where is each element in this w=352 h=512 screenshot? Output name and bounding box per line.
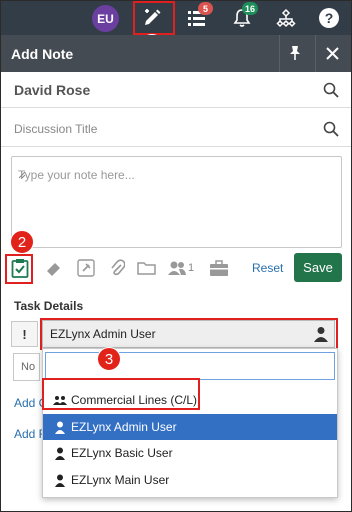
add-link-1[interactable]: Add Checklist: [14, 396, 42, 410]
note-textarea[interactable]: Type your note here...: [11, 156, 342, 248]
svg-text:?: ?: [325, 10, 334, 26]
people-icon[interactable]: 1: [167, 257, 199, 279]
contact-field[interactable]: David Rose: [1, 72, 351, 108]
help-icon[interactable]: ?: [315, 5, 343, 31]
reset-button[interactable]: Reset: [252, 261, 283, 275]
panel-title: Add Note: [11, 46, 74, 62]
save-button[interactable]: Save: [294, 253, 342, 282]
add-link-2[interactable]: Add Reminder: [14, 427, 42, 441]
user-icon: [53, 474, 67, 487]
tasks-count-badge: 5: [198, 2, 213, 15]
hierarchy-icon[interactable]: [272, 5, 300, 31]
highlight-assignee: [40, 318, 338, 350]
option-label: EZLynx Main User: [71, 473, 170, 487]
priority-toggle[interactable]: !: [11, 321, 38, 347]
folder-icon[interactable]: [136, 257, 158, 279]
task-checklist-icon[interactable]: [9, 257, 31, 279]
resize-handle-icon[interactable]: [18, 168, 339, 245]
top-bar: EU 5 16 ?: [1, 1, 351, 35]
briefcase-icon[interactable]: [208, 257, 230, 279]
highlight-add-note: [133, 1, 175, 35]
search-icon[interactable]: [323, 82, 339, 101]
user-icon: [53, 447, 67, 460]
dropdown-option-admin-user[interactable]: EZLynx Admin User: [43, 414, 337, 440]
attachment-icon[interactable]: [106, 257, 128, 279]
assignee-dropdown: Commercial Lines (C/L) EZLynx Admin User…: [42, 348, 338, 498]
people-count: 1: [188, 262, 195, 274]
header-divider: [279, 35, 280, 72]
option-label: EZLynx Basic User: [71, 446, 173, 460]
notification-bell-icon[interactable]: 16: [228, 2, 259, 31]
highlight-commercial-lines: [42, 378, 200, 410]
user-avatar[interactable]: EU: [92, 5, 119, 32]
eraser-icon[interactable]: [43, 257, 65, 279]
dropdown-option-main-user[interactable]: EZLynx Main User: [43, 467, 337, 493]
user-icon: [53, 421, 67, 434]
callout-2: 2: [10, 230, 34, 254]
close-icon[interactable]: [326, 47, 339, 63]
pin-icon[interactable]: [288, 45, 302, 64]
task-list-icon[interactable]: 5: [183, 2, 213, 31]
notifications-count-badge: 16: [242, 2, 259, 15]
dropdown-search-input[interactable]: [45, 352, 335, 380]
contact-name: David Rose: [14, 82, 91, 98]
panel-header: Add Note: [1, 35, 351, 72]
due-date-placeholder: No Due Date: [21, 361, 39, 373]
callout-3: 3: [97, 347, 121, 371]
header-divider-2: [315, 35, 316, 72]
pin-note-icon[interactable]: [75, 257, 97, 279]
priority-symbol: !: [22, 326, 27, 342]
discussion-title-field[interactable]: Discussion Title: [1, 109, 351, 147]
due-date-field[interactable]: No Due Date: [13, 353, 40, 381]
task-details-label: Task Details: [14, 299, 84, 313]
discussion-search-icon[interactable]: [323, 121, 339, 140]
dropdown-option-basic-user[interactable]: EZLynx Basic User: [43, 440, 337, 466]
discussion-title-placeholder: Discussion Title: [14, 122, 98, 136]
app-frame: EU 5 16 ? Add Note David Rose Discussion…: [0, 0, 352, 512]
option-label: EZLynx Admin User: [71, 420, 177, 434]
